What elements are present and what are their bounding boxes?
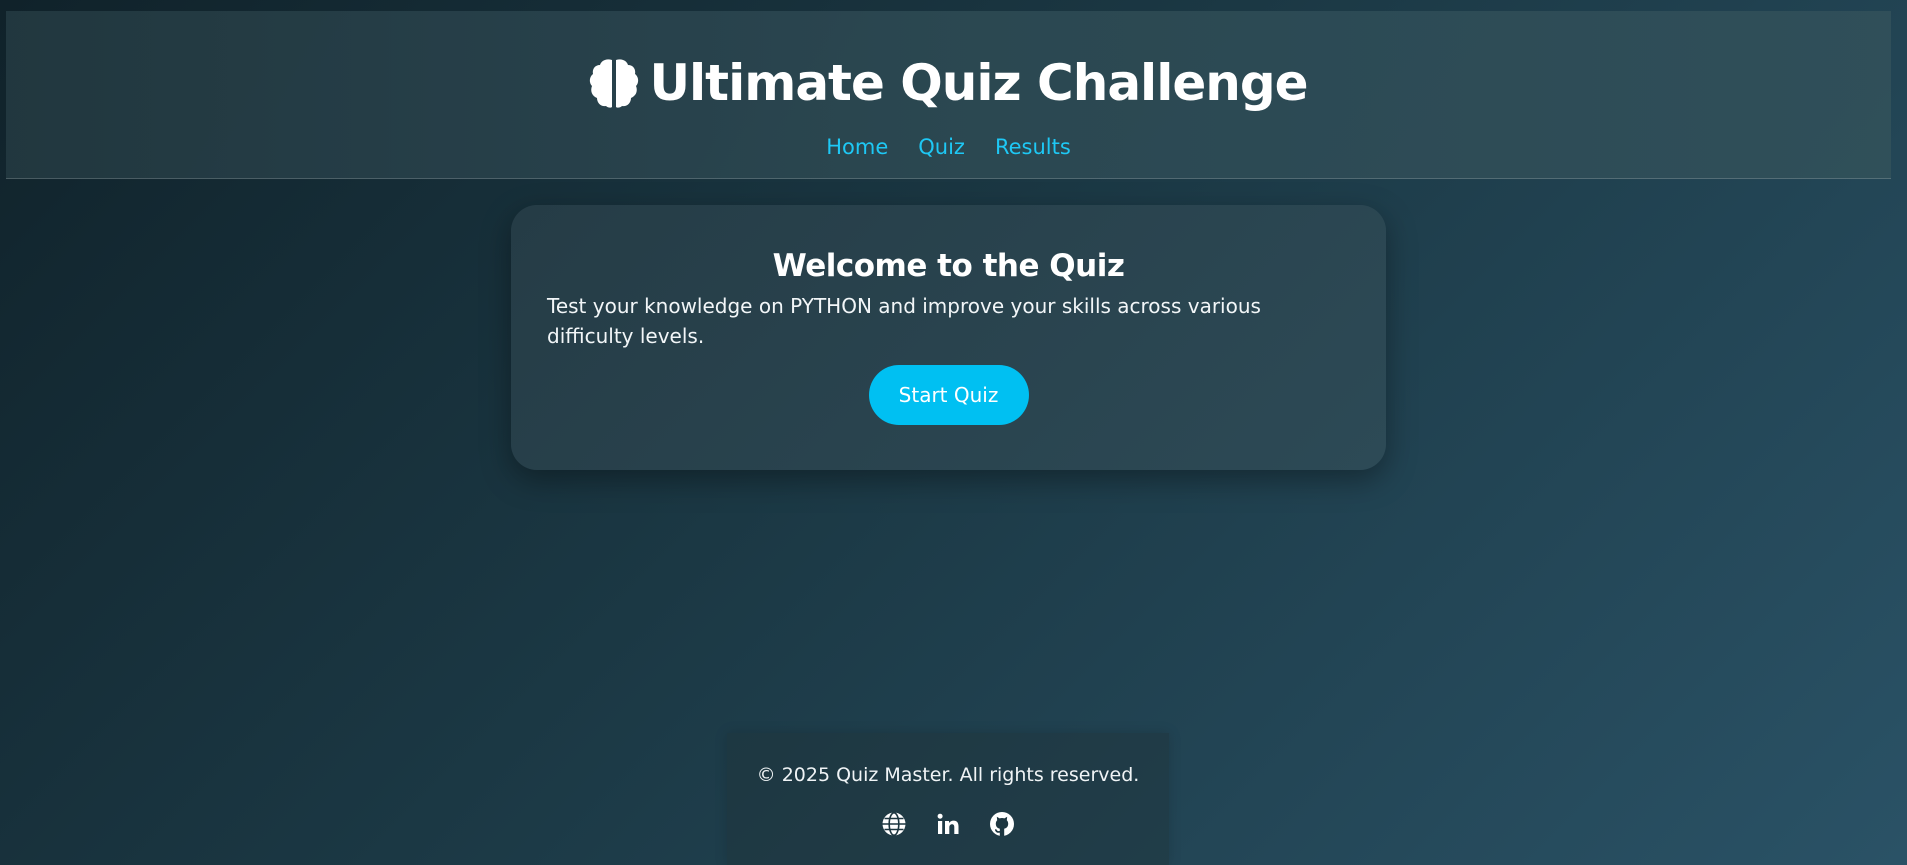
globe-icon[interactable]: [880, 810, 908, 838]
start-quiz-button[interactable]: Start Quiz: [868, 365, 1029, 425]
social-links: [727, 810, 1169, 838]
brain-icon: [589, 56, 639, 110]
nav-results-link[interactable]: Results: [995, 135, 1071, 159]
github-icon[interactable]: [988, 810, 1016, 838]
site-title: Ultimate Quiz Challenge: [649, 54, 1308, 112]
welcome-card: Welcome to the Quiz Test your knowledge …: [511, 205, 1386, 470]
linkedin-icon[interactable]: [934, 810, 962, 838]
welcome-title: Welcome to the Quiz: [772, 248, 1125, 284]
title-row: Ultimate Quiz Challenge: [6, 53, 1891, 113]
welcome-text: Test your knowledge on PYTHON and improv…: [547, 294, 1261, 348]
nav-home-link[interactable]: Home: [826, 135, 888, 159]
nav-quiz-link[interactable]: Quiz: [918, 135, 965, 159]
site-header: Ultimate Quiz Challenge Home Quiz Result…: [6, 11, 1891, 179]
main-nav: Home Quiz Results: [6, 135, 1891, 159]
site-footer: © 2025 Quiz Master. All rights reserved.: [727, 733, 1169, 865]
copyright-text: © 2025 Quiz Master. All rights reserved.: [756, 764, 1140, 786]
